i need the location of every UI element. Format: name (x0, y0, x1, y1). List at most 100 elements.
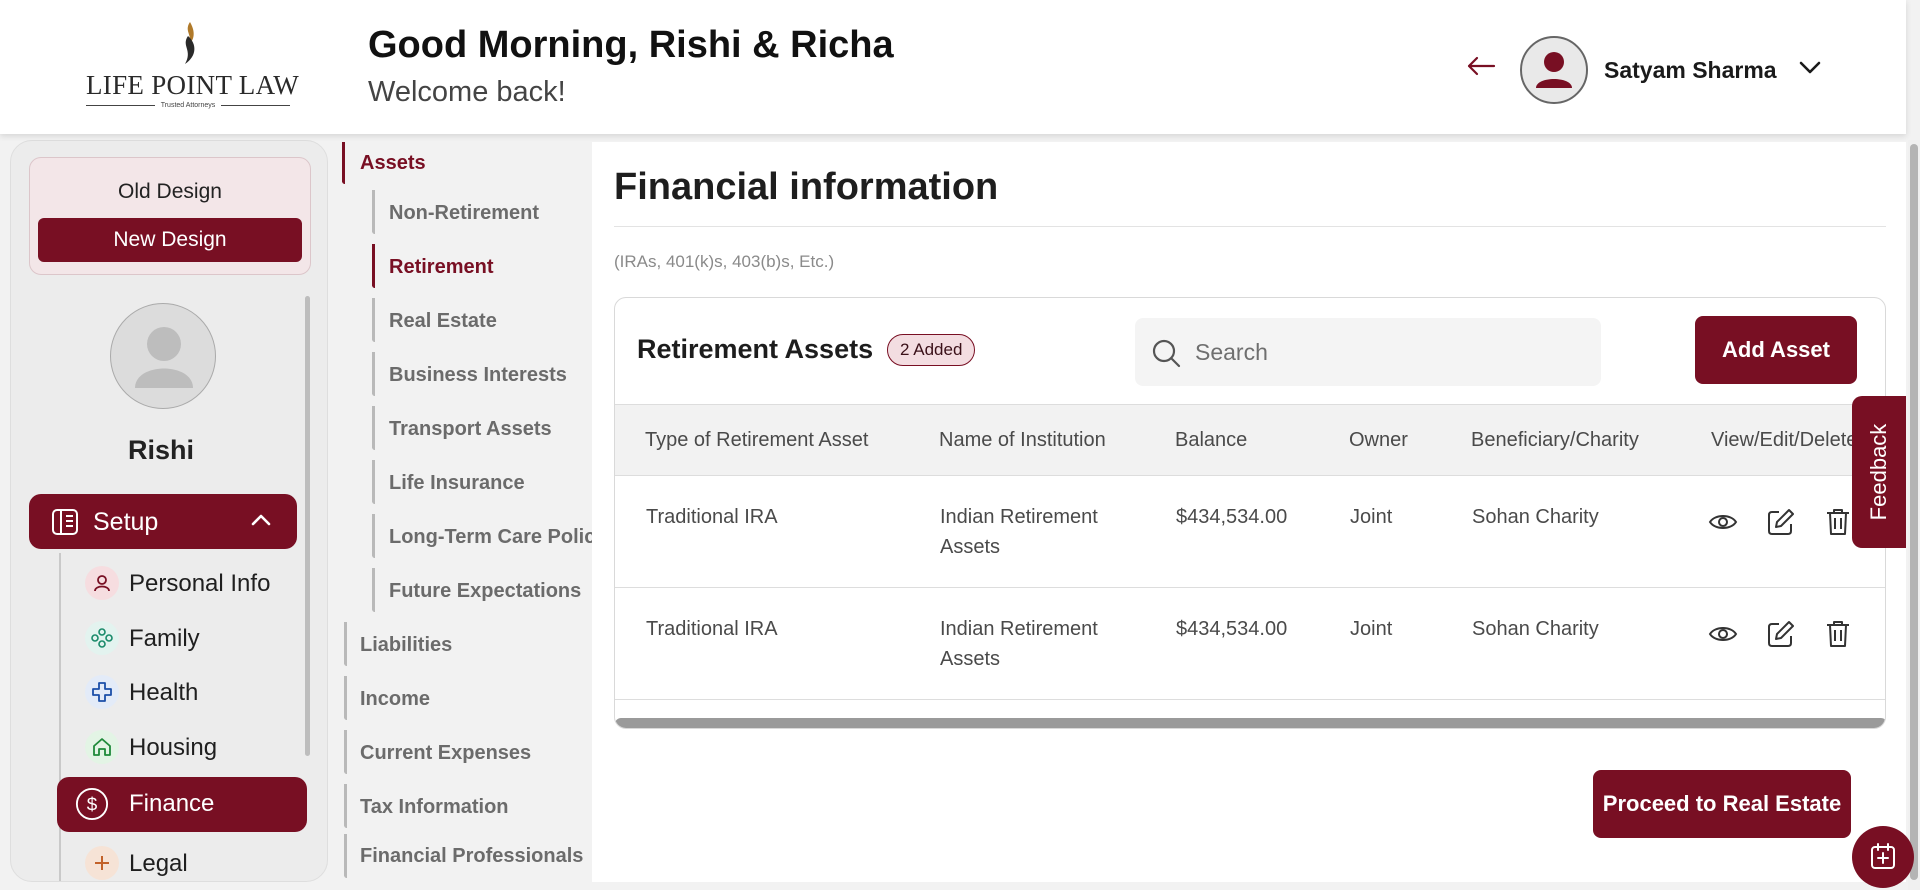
legal-icon (85, 846, 119, 880)
page-subtitle: (IRAs, 401(k)s, 403(b)s, Etc.) (614, 252, 835, 271)
new-design-button[interactable]: New Design (38, 218, 302, 262)
retirement-assets-card: Retirement Assets 2 Added Add Asset Type… (614, 297, 1886, 729)
sidebar-item-legal[interactable]: Legal (69, 837, 307, 881)
book-icon (52, 509, 78, 535)
view-eye-icon[interactable] (1707, 618, 1739, 650)
back-arrow-icon[interactable] (1466, 56, 1496, 76)
subnav-current-expenses[interactable]: Current Expenses (360, 742, 531, 765)
cell-institution-line: Assets (940, 648, 1001, 670)
setup-label: Setup (93, 508, 159, 536)
logo[interactable]: LIFE POINT LAW Trusted Attorneys (86, 20, 299, 110)
subnav-tree-line (372, 568, 375, 612)
dollar-icon: $ (75, 787, 109, 821)
column-header[interactable]: Owner (1349, 429, 1408, 452)
user-name[interactable]: Satyam Sharma (1604, 57, 1777, 84)
subnav-life-insurance[interactable]: Life Insurance (389, 472, 525, 495)
subnav-tree-line (344, 730, 347, 774)
subnav-long-term-care[interactable]: Long-Term Care Policy (389, 526, 606, 549)
house-icon (85, 730, 119, 764)
table-row: Traditional IRA Indian Retirement Assets… (615, 588, 1885, 700)
profile-silhouette-icon (135, 327, 193, 388)
sidebar-item-label: Legal (129, 850, 188, 877)
table-row: Traditional IRA Indian Retirement Assets… (615, 476, 1885, 588)
sidebar-item-health[interactable]: Health (69, 666, 307, 718)
subnav-future-expectations[interactable]: Future Expectations (389, 580, 581, 603)
calendar-add-button[interactable] (1852, 826, 1914, 888)
table-horizontal-scrollbar[interactable] (615, 718, 1885, 728)
cell-institution: Indian Retirement Assets (940, 502, 1098, 562)
sidebar: Old Design New Design Rishi Setup Person… (10, 140, 328, 882)
calendar-add-icon (1871, 843, 1895, 869)
header: LIFE POINT LAW Trusted Attorneys Good Mo… (0, 0, 1906, 134)
column-header[interactable]: Balance (1175, 429, 1247, 452)
edit-icon[interactable] (1765, 506, 1797, 538)
setup-toggle[interactable]: Setup (29, 494, 297, 549)
add-asset-button[interactable]: Add Asset (1695, 316, 1857, 384)
subnav-indicator (342, 142, 345, 184)
flame-logo-icon (185, 22, 195, 64)
subnav-tree-line (372, 352, 375, 396)
page-title: Financial information (614, 166, 999, 208)
proceed-button[interactable]: Proceed to Real Estate (1593, 770, 1851, 838)
column-header[interactable]: Name of Institution (939, 429, 1106, 452)
sidebar-item-label: Finance (129, 790, 215, 817)
finance-subnav: Assets Non-Retirement Retirement Real Es… (336, 140, 606, 890)
card-title: Retirement Assets (637, 334, 874, 364)
subnav-assets[interactable]: Assets (360, 152, 426, 175)
cell-owner: Joint (1350, 506, 1393, 528)
welcome-text: Welcome back! (368, 76, 566, 108)
subnav-income[interactable]: Income (360, 688, 430, 711)
delete-trash-icon[interactable] (1823, 506, 1853, 538)
sidebar-item-label: Family (129, 625, 200, 652)
subnav-liabilities[interactable]: Liabilities (360, 634, 452, 657)
greeting: Good Morning, Rishi & Richa (368, 24, 894, 66)
cell-institution: Indian Retirement Assets (940, 614, 1098, 674)
sidebar-item-label: Health (129, 679, 199, 706)
cell-beneficiary: Sohan Charity (1472, 506, 1599, 528)
search-icon (1152, 339, 1181, 368)
subnav-tree-line (372, 190, 375, 234)
sidebar-item-label: Personal Info (129, 570, 271, 597)
cell-balance: $434,534.00 (1176, 506, 1288, 528)
edit-icon[interactable] (1765, 618, 1797, 650)
feedback-tab[interactable]: Feedback (1852, 396, 1906, 548)
column-header[interactable]: Beneficiary/Charity (1471, 429, 1639, 452)
main-content: Financial information (IRAs, 401(k)s, 40… (592, 142, 1906, 882)
subnav-tax-information[interactable]: Tax Information (360, 796, 509, 819)
cell-institution-line: Indian Retirement (940, 506, 1098, 528)
svg-text:$: $ (87, 795, 98, 816)
sidebar-item-label: Housing (129, 734, 218, 761)
table-header: Type of Retirement Asset Name of Institu… (615, 404, 1885, 476)
subnav-tree-line (372, 514, 375, 558)
cell-type: Traditional IRA (646, 618, 778, 640)
sidebar-item-housing[interactable]: Housing (69, 721, 307, 773)
subnav-real-estate[interactable]: Real Estate (389, 310, 497, 333)
cell-institution-line: Indian Retirement (940, 618, 1098, 640)
cell-type: Traditional IRA (646, 506, 778, 528)
delete-trash-icon[interactable] (1823, 618, 1853, 650)
subnav-financial-professionals[interactable]: Financial Professionals (360, 845, 583, 868)
search-input[interactable] (1195, 332, 1585, 372)
cell-beneficiary: Sohan Charity (1472, 618, 1599, 640)
sidebar-tree-line (59, 553, 61, 881)
family-icon (85, 621, 119, 655)
health-cross-icon (85, 675, 119, 709)
subnav-retirement[interactable]: Retirement (389, 256, 493, 279)
view-eye-icon[interactable] (1707, 506, 1739, 538)
chevron-down-icon[interactable] (1798, 60, 1822, 76)
sidebar-item-finance[interactable]: $ Finance (57, 777, 307, 832)
search-box[interactable] (1135, 318, 1601, 386)
subnav-non-retirement[interactable]: Non-Retirement (389, 202, 539, 225)
sidebar-item-personal-info[interactable]: Personal Info (69, 557, 307, 609)
subnav-transport-assets[interactable]: Transport Assets (389, 418, 552, 441)
logo-tagline: Trusted Attorneys (86, 102, 290, 109)
sidebar-item-family[interactable]: Family (69, 612, 307, 664)
user-avatar[interactable] (1520, 36, 1588, 104)
old-design-button[interactable]: Old Design (30, 180, 310, 204)
subnav-tree-line (344, 676, 347, 720)
count-badge: 2 Added (887, 334, 976, 366)
page-scrollbar[interactable] (1908, 140, 1920, 890)
column-header[interactable]: Type of Retirement Asset (645, 429, 868, 452)
subnav-tree-line (344, 784, 347, 828)
subnav-business-interests[interactable]: Business Interests (389, 364, 567, 387)
